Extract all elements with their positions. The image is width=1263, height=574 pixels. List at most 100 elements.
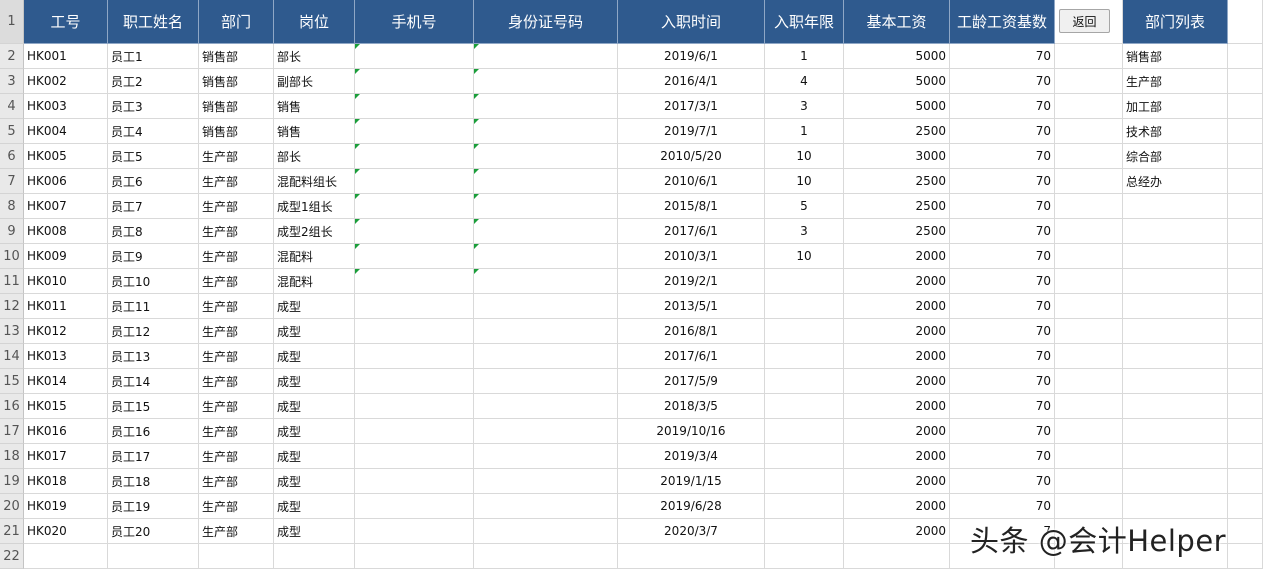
dept-list-item[interactable]: 加工部	[1123, 94, 1228, 119]
cell-dept-list[interactable]	[1123, 444, 1228, 469]
cell-position[interactable]: 销售	[274, 119, 355, 144]
row-header[interactable]: 19	[0, 469, 24, 494]
cell-phone[interactable]	[355, 44, 474, 69]
header-id-card[interactable]: 身份证号码	[474, 0, 618, 44]
cell-id-card[interactable]	[474, 444, 618, 469]
cell-department[interactable]: 生产部	[199, 444, 274, 469]
row-header[interactable]: 8	[0, 194, 24, 219]
cell-emp-name[interactable]: 员工10	[108, 269, 199, 294]
cell-hire-date[interactable]: 2019/10/16	[618, 419, 765, 444]
cell-hire-date[interactable]: 2017/6/1	[618, 344, 765, 369]
cell-id-card[interactable]	[474, 194, 618, 219]
cell-extra[interactable]	[1228, 94, 1263, 119]
header-emp-name[interactable]: 职工姓名	[108, 0, 199, 44]
cell-seniority-base[interactable]: 70	[950, 344, 1055, 369]
header-hire-date[interactable]: 入职时间	[618, 0, 765, 44]
cell-emp-name[interactable]: 员工4	[108, 119, 199, 144]
cell-position[interactable]: 成型	[274, 494, 355, 519]
cell-emp-id[interactable]: HK012	[24, 319, 108, 344]
cell-emp-id[interactable]: HK014	[24, 369, 108, 394]
cell-seniority-base[interactable]: 70	[950, 444, 1055, 469]
cell-years[interactable]	[765, 369, 844, 394]
cell-blank[interactable]	[1055, 244, 1123, 269]
cell-emp-id[interactable]: HK002	[24, 69, 108, 94]
cell-base-salary[interactable]: 2000	[844, 319, 950, 344]
cell-base-salary[interactable]: 5000	[844, 69, 950, 94]
cell-base-salary[interactable]	[844, 544, 950, 569]
cell-blank[interactable]	[1055, 419, 1123, 444]
cell-emp-id[interactable]: HK001	[24, 44, 108, 69]
cell-position[interactable]: 成型	[274, 394, 355, 419]
cell-extra[interactable]	[1228, 69, 1263, 94]
cell-phone[interactable]	[355, 344, 474, 369]
cell-base-salary[interactable]: 2000	[844, 494, 950, 519]
cell-seniority-base[interactable]: 70	[950, 319, 1055, 344]
row-header[interactable]: 10	[0, 244, 24, 269]
cell-id-card[interactable]	[474, 244, 618, 269]
cell-id-card[interactable]	[474, 544, 618, 569]
cell-seniority-base[interactable]: 70	[950, 169, 1055, 194]
cell-emp-id[interactable]: HK016	[24, 419, 108, 444]
cell-emp-name[interactable]: 员工17	[108, 444, 199, 469]
cell-phone[interactable]	[355, 394, 474, 419]
cell-blank[interactable]	[1055, 444, 1123, 469]
dept-list-item[interactable]: 生产部	[1123, 69, 1228, 94]
cell-blank[interactable]	[1055, 194, 1123, 219]
cell-hire-date[interactable]: 2020/3/7	[618, 519, 765, 544]
cell-dept-list[interactable]	[1123, 294, 1228, 319]
cell-department[interactable]: 生产部	[199, 294, 274, 319]
cell-hire-date[interactable]: 2019/2/1	[618, 269, 765, 294]
cell-hire-date[interactable]: 2010/5/20	[618, 144, 765, 169]
cell-years[interactable]: 1	[765, 44, 844, 69]
cell-base-salary[interactable]: 2500	[844, 219, 950, 244]
header-department[interactable]: 部门	[199, 0, 274, 44]
row-header[interactable]: 21	[0, 519, 24, 544]
spreadsheet-grid[interactable]: 1 2 3 4 5 6 7 8 9 10 11 12 13 14 15 16 17 18 19 20 21 22 工号 职工姓…	[0, 0, 1263, 574]
cell-hire-date[interactable]: 2019/6/28	[618, 494, 765, 519]
cell-blank[interactable]	[1055, 169, 1123, 194]
cell-hire-date[interactable]: 2015/8/1	[618, 194, 765, 219]
cell-emp-id[interactable]: HK020	[24, 519, 108, 544]
cell-years[interactable]: 3	[765, 219, 844, 244]
cell-extra[interactable]	[1228, 394, 1263, 419]
cell-dept-list[interactable]	[1123, 394, 1228, 419]
cell-blank[interactable]	[1055, 494, 1123, 519]
cell-base-salary[interactable]: 3000	[844, 144, 950, 169]
cell-emp-name[interactable]: 员工13	[108, 344, 199, 369]
header-phone[interactable]: 手机号	[355, 0, 474, 44]
cell-phone[interactable]	[355, 319, 474, 344]
cell-position[interactable]: 混配料	[274, 269, 355, 294]
row-header[interactable]: 22	[0, 544, 24, 569]
cell-phone[interactable]	[355, 544, 474, 569]
cell-department[interactable]: 生产部	[199, 494, 274, 519]
cell-department[interactable]: 生产部	[199, 219, 274, 244]
cell-hire-date[interactable]: 2016/4/1	[618, 69, 765, 94]
cell-base-salary[interactable]: 2500	[844, 194, 950, 219]
cell-department[interactable]: 生产部	[199, 144, 274, 169]
row-header[interactable]: 1	[0, 0, 24, 44]
cell-emp-name[interactable]: 员工20	[108, 519, 199, 544]
cell-dept-list[interactable]	[1123, 344, 1228, 369]
cell-id-card[interactable]	[474, 469, 618, 494]
cell-emp-name[interactable]: 员工5	[108, 144, 199, 169]
cell-position[interactable]: 副部长	[274, 69, 355, 94]
cell-seniority-base[interactable]: 70	[950, 269, 1055, 294]
dept-list-item[interactable]: 总经办	[1123, 169, 1228, 194]
cell-base-salary[interactable]: 5000	[844, 94, 950, 119]
cell-base-salary[interactable]: 2000	[844, 344, 950, 369]
cell-blank[interactable]	[1055, 394, 1123, 419]
cell-years[interactable]: 3	[765, 94, 844, 119]
cell-department[interactable]: 生产部	[199, 269, 274, 294]
cell-emp-id[interactable]: HK009	[24, 244, 108, 269]
cell-id-card[interactable]	[474, 44, 618, 69]
cell-base-salary[interactable]: 2000	[844, 469, 950, 494]
cell-phone[interactable]	[355, 269, 474, 294]
cell-id-card[interactable]	[474, 119, 618, 144]
cell-emp-id[interactable]: HK019	[24, 494, 108, 519]
cell-blank[interactable]	[1055, 94, 1123, 119]
cell-emp-name[interactable]: 员工18	[108, 469, 199, 494]
cell-position[interactable]: 混配料组长	[274, 169, 355, 194]
cell-years[interactable]	[765, 469, 844, 494]
cell-years[interactable]	[765, 294, 844, 319]
row-header[interactable]: 7	[0, 169, 24, 194]
